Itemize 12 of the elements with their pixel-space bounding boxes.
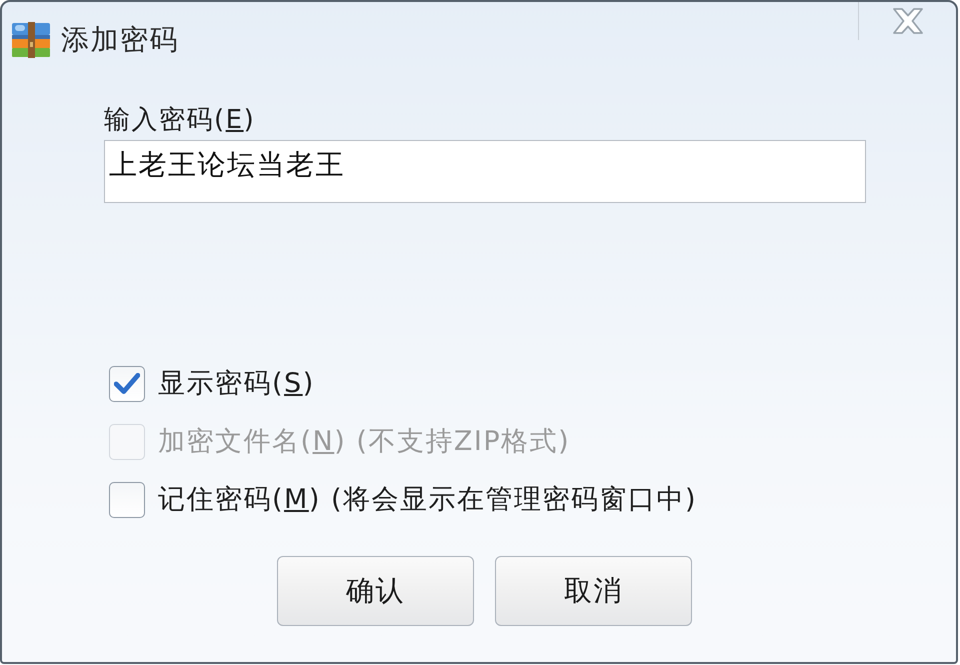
dialog-button[interactable]: 确认 [277, 556, 474, 626]
close-icon [890, 7, 924, 35]
window-title: 添加密码 [61, 23, 179, 57]
checkbox[interactable] [109, 366, 145, 402]
password-label: 输入密码(E) [104, 104, 256, 136]
checkbox-label[interactable]: 记住密码(M) (将会显示在管理密码窗口中) [158, 482, 698, 518]
books-stack-icon [11, 22, 51, 58]
checkbox[interactable] [109, 482, 145, 518]
dialog-button[interactable]: 取消 [495, 556, 692, 626]
checkbox-label[interactable]: 显示密码(S) [158, 366, 315, 402]
password-field[interactable]: 上老王论坛当老王 [104, 140, 866, 203]
checkmark-icon [114, 373, 140, 395]
